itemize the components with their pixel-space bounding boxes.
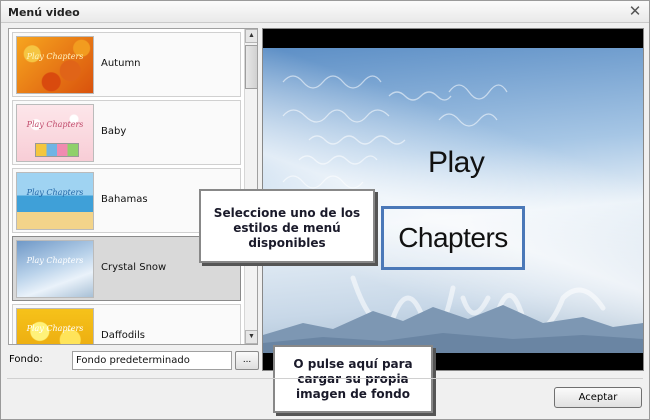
thumbnail-baby: Play Chapters: [16, 104, 94, 162]
list-item-label: Daffodils: [101, 330, 145, 341]
divider: [7, 378, 643, 379]
background-hint-callout: O pulse aquí para cargar su propia image…: [273, 345, 433, 413]
baby-blocks-image: [35, 143, 79, 157]
background-label: Fondo:: [9, 354, 43, 365]
thumbnail-autumn: Play Chapters: [16, 36, 94, 94]
list-item-label: Bahamas: [101, 194, 148, 205]
list-item-baby[interactable]: Play Chapters Baby: [12, 100, 241, 165]
thumbnail-daffodils: Play Chapters: [16, 308, 94, 344]
thumbnail-menu-text: Play Chapters: [26, 188, 84, 197]
title-bar: Menú video ✕: [1, 1, 649, 23]
list-scrollbar[interactable]: ▲ ▼: [244, 29, 257, 344]
menu-video-dialog: Menú video ✕ Play Chapters Autumn Play C…: [0, 0, 650, 420]
thumbnail-bahamas: Play Chapters: [16, 172, 94, 230]
window-title: Menú video: [8, 6, 80, 19]
list-item-autumn[interactable]: Play Chapters Autumn: [12, 32, 241, 97]
scroll-up-arrow-icon[interactable]: ▲: [245, 29, 257, 43]
poem-script-lines: [282, 75, 508, 189]
thumbnail-menu-text: Play Chapters: [26, 324, 84, 333]
list-item-label: Autumn: [101, 58, 141, 69]
preview-menu-chapters[interactable]: Chapters: [381, 206, 525, 270]
scrollbar-thumb[interactable]: [245, 45, 257, 89]
close-icon[interactable]: ✕: [627, 4, 643, 20]
thumbnail-menu-text: Play Chapters: [26, 120, 84, 129]
list-item-daffodils[interactable]: Play Chapters Daffodils: [12, 304, 241, 344]
background-field[interactable]: Fondo predeterminado: [72, 351, 232, 370]
thumbnail-crystal-snow: Play Chapters: [16, 240, 94, 298]
preview-menu-play[interactable]: Play: [428, 146, 485, 180]
mountain-silhouette: [263, 305, 643, 353]
style-hint-callout: Seleccione uno de los estilos de menú di…: [199, 189, 375, 263]
scroll-down-arrow-icon[interactable]: ▼: [245, 330, 257, 344]
menu-style-list[interactable]: Play Chapters Autumn Play Chapters Baby …: [8, 28, 258, 345]
browse-background-button[interactable]: ...: [235, 351, 259, 370]
accept-button[interactable]: Aceptar: [554, 387, 642, 408]
thumbnail-menu-text: Play Chapters: [26, 256, 84, 265]
thumbnail-menu-text: Play Chapters: [26, 52, 84, 61]
list-item-label: Baby: [101, 126, 127, 137]
decorative-poem-background: [279, 60, 559, 197]
list-item-label: Crystal Snow: [101, 262, 167, 273]
